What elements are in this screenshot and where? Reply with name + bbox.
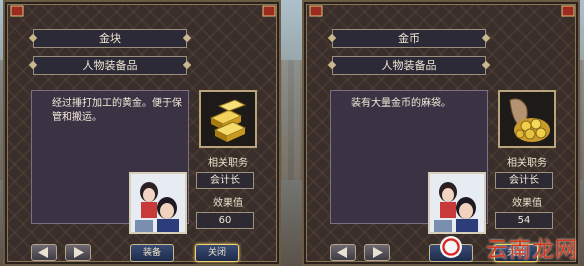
effect-label: 效果值	[213, 198, 243, 209]
prev-button[interactable]	[330, 244, 356, 261]
item-category-field: 人物装备品	[33, 56, 187, 75]
red-flag-icon	[10, 5, 24, 17]
arrow-left-icon	[38, 247, 48, 258]
arrow-right-icon	[373, 247, 383, 258]
next-button[interactable]	[65, 244, 91, 261]
item-category-field: 人物装备品	[332, 56, 486, 75]
item-name-field: 金块	[33, 29, 187, 48]
item-name-field: 金币	[332, 29, 486, 48]
red-flag-icon	[262, 5, 276, 17]
watermark-logo-icon	[440, 236, 462, 258]
next-button[interactable]	[364, 244, 390, 261]
prev-button[interactable]	[31, 244, 57, 261]
job-value: 会计长	[495, 172, 553, 189]
item-icon-frame	[498, 90, 556, 148]
effect-value: 60	[196, 212, 254, 229]
job-label: 相关职务	[507, 158, 547, 169]
arrow-left-icon	[337, 247, 347, 258]
red-flag-icon	[309, 5, 323, 17]
gold-bars-icon	[209, 99, 247, 142]
character-portrait	[129, 172, 187, 234]
job-label: 相关职务	[208, 158, 248, 169]
item-panel-gold-bars: 金块 人物装备品 经过捶打加工的黄金。便于保管和搬运。 相关职务 会计长 效果值…	[3, 0, 281, 266]
arrow-right-icon	[74, 247, 84, 258]
item-icon-frame	[199, 90, 257, 148]
effect-label: 效果值	[512, 198, 542, 209]
red-flag-icon	[561, 5, 575, 17]
effect-value: 54	[495, 212, 553, 229]
watermark-text: 云南龙网	[485, 238, 578, 263]
item-panel-gold-coins: 金币 人物装备品 装有大量金币的麻袋。 相关职务 会计长 效果值 54 关闭	[302, 0, 580, 266]
coin-sack-icon	[509, 98, 550, 142]
job-value: 会计长	[196, 172, 254, 189]
equip-button[interactable]: 装备	[130, 244, 174, 262]
character-portrait	[428, 172, 486, 234]
close-button[interactable]: 关闭	[195, 244, 239, 262]
